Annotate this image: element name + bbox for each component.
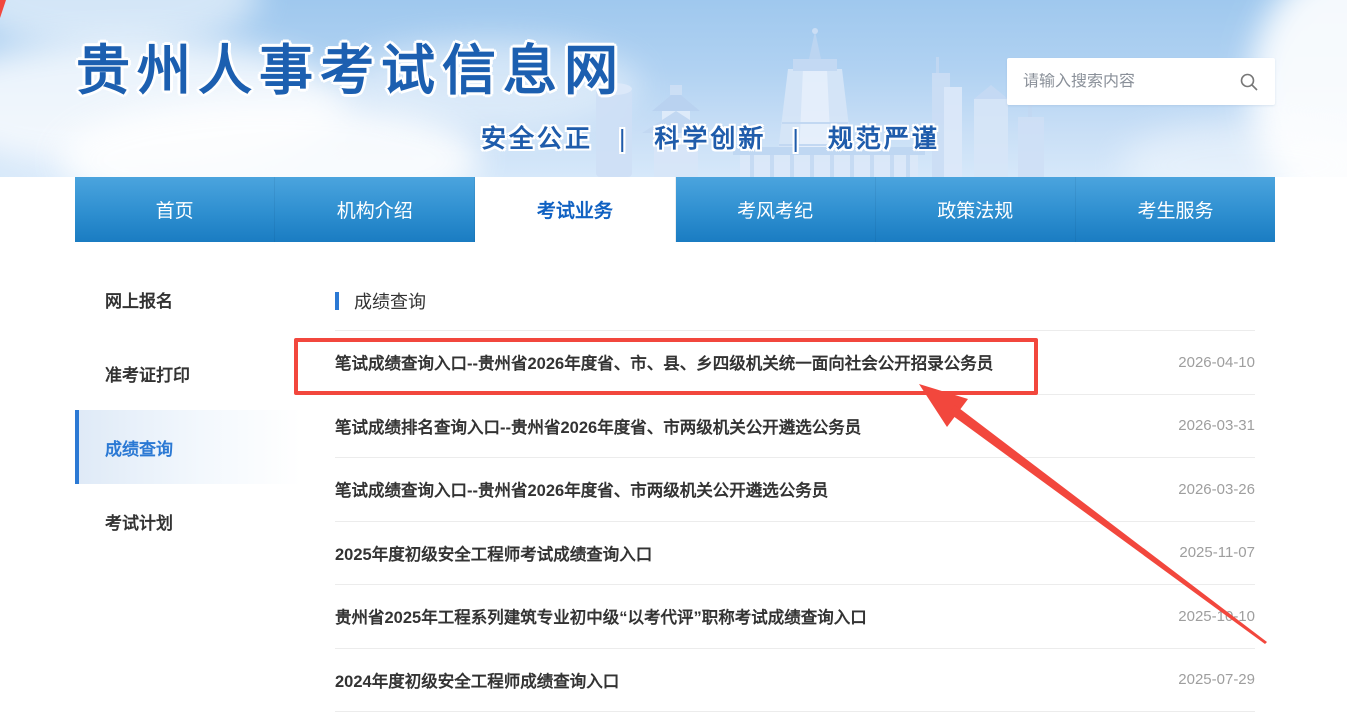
nav-item-policies[interactable]: 政策法规 [876, 177, 1076, 242]
list-item[interactable]: 贵州省2025年工程系列建筑专业初中级“以考代评”职称考试成绩查询入口 2025… [335, 585, 1255, 649]
site-title: 贵州人事考试信息网 [76, 26, 625, 105]
list-item[interactable]: 笔试成绩排名查询入口--贵州省2026年度省、市两级机关公开遴选公务员 2026… [335, 395, 1255, 459]
nav-item-candidate-services[interactable]: 考生服务 [1076, 177, 1275, 242]
list-item[interactable]: 2024年度初级安全工程师成绩查询入口 2025-07-29 [335, 649, 1255, 713]
score-query-list: 笔试成绩查询入口--贵州省2026年度省、市、县、乡四级机关统一面向社会公开招录… [335, 330, 1255, 712]
list-item-title[interactable]: 2024年度初级安全工程师成绩查询入口 [335, 668, 619, 692]
list-item-date: 2026-03-26 [1178, 481, 1255, 498]
list-item-date: 2026-04-10 [1178, 354, 1255, 371]
nav-item-exam-discipline[interactable]: 考风考纪 [676, 177, 876, 242]
list-item-title[interactable]: 贵州省2025年工程系列建筑专业初中级“以考代评”职称考试成绩查询入口 [335, 604, 867, 628]
slogan-separator: | [792, 125, 802, 153]
list-item[interactable]: 笔试成绩查询入口--贵州省2026年度省、市两级机关公开遴选公务员 2026-0… [335, 458, 1255, 522]
search-box[interactable] [1007, 58, 1275, 105]
list-item-title[interactable]: 笔试成绩排名查询入口--贵州省2026年度省、市两级机关公开遴选公务员 [335, 414, 861, 438]
sidebar-item-admission-ticket[interactable]: 准考证打印 [75, 336, 301, 410]
section-title: 成绩查询 [354, 288, 426, 314]
nav-item-org-intro[interactable]: 机构介绍 [275, 177, 475, 242]
sidebar-item-online-registration[interactable]: 网上报名 [75, 262, 301, 336]
list-item-date: 2025-07-29 [1178, 671, 1255, 688]
list-item-date: 2025-11-07 [1179, 544, 1255, 561]
slogan-separator: | [619, 125, 629, 153]
slogan-part: 规范严谨 [828, 125, 940, 153]
section-title-bar [335, 292, 339, 310]
nav-item-home[interactable]: 首页 [75, 177, 275, 242]
list-item[interactable]: 笔试成绩查询入口--贵州省2026年度省、市、县、乡四级机关统一面向社会公开招录… [335, 331, 1255, 395]
list-item-date: 2026-03-31 [1178, 417, 1255, 434]
list-item[interactable]: 2025年度初级安全工程师考试成绩查询入口 2025-11-07 [335, 522, 1255, 586]
main-nav: 首页 机构介绍 考试业务 考风考纪 政策法规 考生服务 [75, 177, 1275, 242]
list-item-title[interactable]: 2025年度初级安全工程师考试成绩查询入口 [335, 541, 652, 565]
page: 贵州人事考试信息网 安全公正 | 科学创新 | 规范严谨 首页 机构介绍 考试业… [0, 0, 1347, 716]
slogan-part: 安全公正 [481, 125, 593, 153]
slogan-part: 科学创新 [654, 125, 766, 153]
sidebar: 网上报名 准考证打印 成绩查询 考试计划 [75, 262, 301, 558]
search-input[interactable] [1023, 73, 1239, 91]
sidebar-item-score-query[interactable]: 成绩查询 [75, 410, 301, 484]
sidebar-item-exam-plan[interactable]: 考试计划 [75, 484, 301, 558]
search-icon[interactable] [1239, 72, 1259, 92]
cloud-decoration [1120, 120, 1347, 177]
nav-item-exam-business[interactable]: 考试业务 [475, 177, 675, 242]
banner-slogan: 安全公正 | 科学创新 | 规范严谨 [481, 119, 940, 155]
banner: 贵州人事考试信息网 安全公正 | 科学创新 | 规范严谨 [0, 0, 1347, 177]
section-header: 成绩查询 [335, 288, 426, 314]
list-item-title[interactable]: 笔试成绩查询入口--贵州省2026年度省、市、县、乡四级机关统一面向社会公开招录… [335, 350, 993, 374]
list-item-title[interactable]: 笔试成绩查询入口--贵州省2026年度省、市两级机关公开遴选公务员 [335, 477, 828, 501]
list-item-date: 2025-10-10 [1178, 608, 1255, 625]
